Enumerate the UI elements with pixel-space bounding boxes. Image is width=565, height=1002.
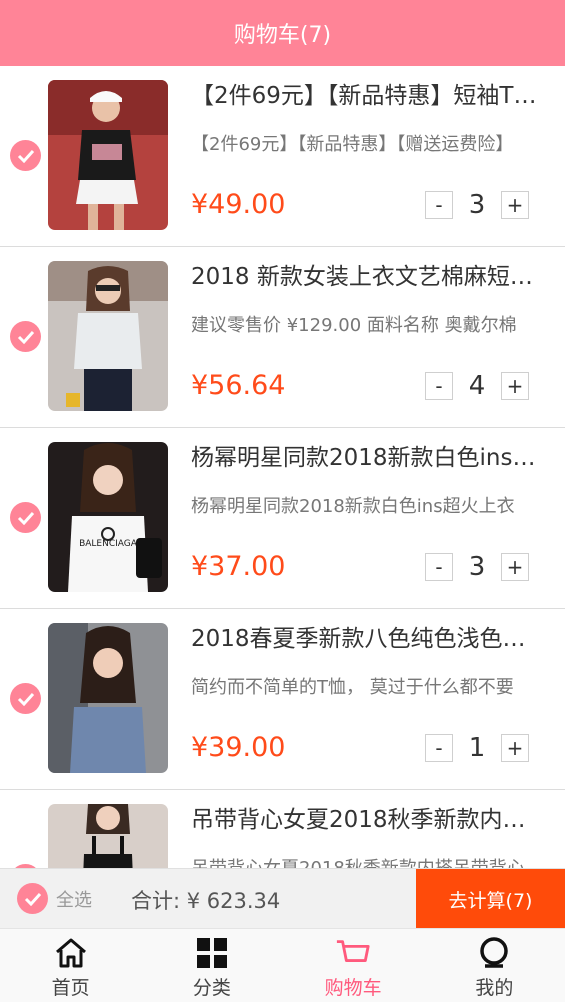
tab-label: 首页 [51, 977, 90, 999]
tab-category[interactable]: 分类 [141, 929, 282, 1002]
checkout-button[interactable]: 去计算(7) [416, 869, 565, 929]
item-checkbox[interactable] [10, 140, 41, 171]
check-icon [17, 692, 34, 706]
cart-icon [335, 935, 371, 971]
cart-item: 2018 新款女装上衣文艺棉麻短袖T恤 建议零售价 ¥129.00 面料名称 奥… [0, 247, 565, 428]
tab-home[interactable]: 首页 [0, 929, 141, 1002]
decrease-button[interactable]: - [425, 734, 453, 762]
product-price: ¥49.00 [191, 189, 286, 220]
product-price: ¥37.00 [191, 551, 286, 582]
increase-button[interactable]: + [501, 734, 529, 762]
user-icon [476, 935, 512, 971]
cart-list: 【2件69元】【新品特惠】短袖T恤女装 【2件69元】【新品特惠】【赠送运费险】… [0, 66, 565, 971]
product-desc: 【2件69元】【新品特惠】【赠送运费险】 [191, 134, 514, 155]
tab-label: 我的 [475, 977, 514, 999]
cart-item: 【2件69元】【新品特惠】短袖T恤女装 【2件69元】【新品特惠】【赠送运费险】… [0, 66, 565, 247]
increase-button[interactable]: + [501, 372, 529, 400]
quantity-stepper: - 3 + [425, 190, 529, 220]
product-title[interactable]: 2018 新款女装上衣文艺棉麻短袖T恤 [191, 261, 543, 293]
increase-button[interactable]: + [501, 191, 529, 219]
quantity-stepper: - 3 + [425, 552, 529, 582]
quantity-value: 4 [468, 371, 486, 401]
product-title[interactable]: 杨幂明星同款2018新款白色ins超火T恤 [191, 442, 543, 474]
decrease-button[interactable]: - [425, 372, 453, 400]
check-icon [17, 511, 34, 525]
quantity-stepper: - 1 + [425, 733, 529, 763]
product-price: ¥56.64 [191, 370, 286, 401]
check-icon [17, 330, 34, 344]
product-title[interactable]: 2018春夏季新款八色纯色浅色短袖T恤 [191, 623, 543, 655]
cart-item: BALENCIAGA 杨幂明星同款2018新款白色ins超火T恤 杨幂明星同款2… [0, 428, 565, 609]
product-image[interactable] [48, 623, 168, 773]
product-title[interactable]: 吊带背心女夏2018秋季新款内搭吊带 [191, 804, 543, 836]
check-icon [17, 149, 34, 163]
quantity-stepper: - 4 + [425, 371, 529, 401]
product-desc: 简约而不简单的T恤， 莫过于什么都不要 [191, 677, 514, 698]
check-icon [24, 892, 41, 906]
tab-mine[interactable]: 我的 [424, 929, 565, 1002]
increase-button[interactable]: + [501, 553, 529, 581]
product-desc: 建议零售价 ¥129.00 面料名称 奥戴尔棉 [191, 315, 517, 336]
category-icon [194, 935, 230, 971]
product-image[interactable]: BALENCIAGA [48, 442, 168, 592]
tab-cart[interactable]: 购物车 [283, 929, 424, 1002]
cart-footer: 全选 合计: ¥ 623.34 去计算(7) [0, 868, 565, 929]
bottom-tab-bar: 首页 分类 购物车 我的 [0, 928, 565, 1002]
page-header: 购物车(7) [0, 0, 565, 66]
product-desc: 杨幂明星同款2018新款白色ins超火上衣 [191, 496, 515, 517]
quantity-value: 3 [468, 190, 486, 220]
product-price: ¥39.00 [191, 732, 286, 763]
quantity-value: 3 [468, 552, 486, 582]
quantity-value: 1 [468, 733, 486, 763]
tab-label: 购物车 [324, 977, 382, 999]
decrease-button[interactable]: - [425, 191, 453, 219]
item-checkbox[interactable] [10, 321, 41, 352]
cart-item: 2018春夏季新款八色纯色浅色短袖T恤 简约而不简单的T恤， 莫过于什么都不要 … [0, 609, 565, 790]
select-all-label: 全选 [56, 889, 92, 911]
product-image[interactable] [48, 80, 168, 230]
decrease-button[interactable]: - [425, 553, 453, 581]
item-checkbox[interactable] [10, 502, 41, 533]
total-amount: 合计: ¥ 623.34 [131, 889, 281, 913]
home-icon [53, 935, 89, 971]
select-all-checkbox[interactable] [17, 883, 48, 914]
product-title[interactable]: 【2件69元】【新品特惠】短袖T恤女装 [191, 80, 543, 112]
page-title: 购物车(7) [233, 23, 332, 48]
item-checkbox[interactable] [10, 683, 41, 714]
cart-page: 购物车(7) 【2件69元】【新品特惠】短袖T恤 【2件69元】【新品特惠】【赠… [0, 0, 565, 1002]
select-all-toggle[interactable]: 全选 [17, 883, 92, 914]
tab-label: 分类 [192, 977, 231, 999]
product-image[interactable] [48, 261, 168, 411]
